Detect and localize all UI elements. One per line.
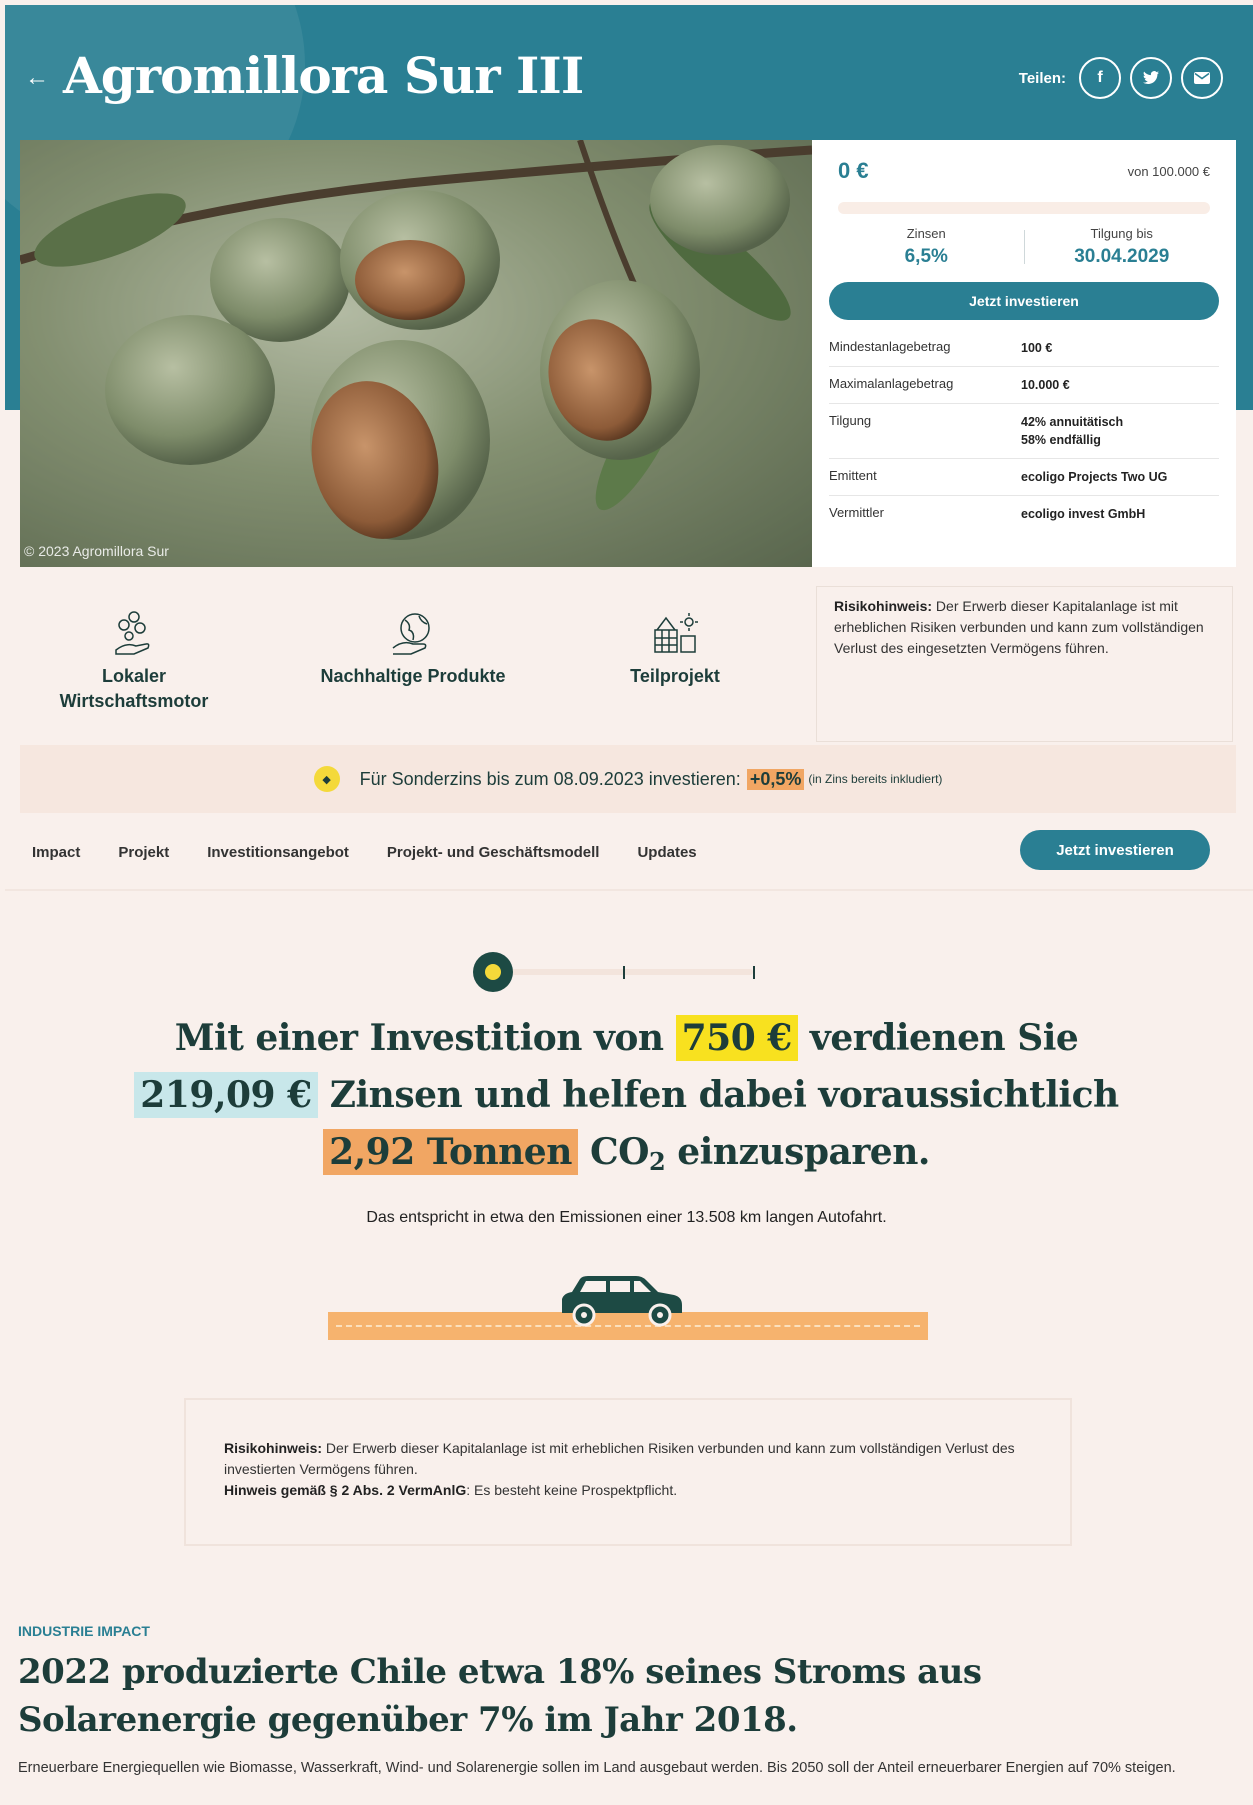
- industry-impact-text: Erneuerbare Energiequellen wie Biomasse,…: [18, 1760, 1176, 1776]
- banner-highlight: +0,5%: [746, 768, 805, 790]
- slider-handle[interactable]: [473, 952, 513, 992]
- table-row: Maximalanlagebetrag 10.000 €: [829, 367, 1219, 404]
- repayment-label: Tilgung bis: [1090, 226, 1153, 241]
- impact-text-3: Zinsen und helfen dabei voraussichtlich: [329, 1074, 1119, 1116]
- term-value-2: 58% endfällig: [1021, 433, 1101, 447]
- impact-sub: 2: [648, 1147, 666, 1176]
- term-value: 100 €: [1021, 341, 1053, 355]
- impact-text-5: einzusparen.: [677, 1131, 930, 1173]
- invested-amount: 0 €: [838, 158, 869, 183]
- interest-value: 6,5%: [904, 246, 948, 267]
- solar-panel-icon: [654, 613, 698, 653]
- funding-progress-bar: [838, 202, 1210, 214]
- feature-subproject: Teilprojekt: [610, 610, 740, 689]
- term-key: Emittent: [829, 468, 877, 483]
- special-interest-banner: ◆ Für Sonderzins bis zum 08.09.2023 inve…: [20, 745, 1236, 813]
- banner-note: (in Zins bereits inkludiert): [808, 772, 943, 786]
- section-nav: Impact Projekt Investitionsangebot Proje…: [20, 830, 1236, 874]
- project-hero-image: © 2023 Agromillora Sur: [20, 140, 812, 567]
- term-key: Tilgung: [829, 413, 872, 428]
- banner-text: Für Sonderzins bis zum 08.09.2023 invest…: [359, 768, 741, 789]
- investment-card: 0 € von 100.000 € Zinsen 6,5% Tilgung bi…: [812, 140, 1236, 567]
- impact-text-2: verdienen Sie: [809, 1017, 1079, 1059]
- term-key: Vermittler: [829, 505, 884, 520]
- share-label: Teilen:: [1018, 69, 1066, 87]
- term-value: 10.000 €: [1021, 378, 1070, 392]
- feature-label-2: Wirtschaftsmotor: [59, 691, 209, 711]
- repayment-date: 30.04.2029: [1074, 246, 1170, 267]
- co2-amount: 2,92 Tonnen: [323, 1129, 578, 1175]
- section-divider: [5, 889, 1253, 891]
- prospectus-note-text: : Es besteht keine Prospektpflicht.: [466, 1482, 678, 1498]
- risk-box-text: Der Erwerb dieser Kapitalanlage ist mit …: [224, 1440, 1015, 1477]
- project-features: Lokaler Wirtschaftsmotor Nachhaltige Pro…: [20, 580, 812, 740]
- nav-geschaeftsmodell[interactable]: Projekt- und Geschäftsmodell: [387, 844, 600, 861]
- feature-sustainable-products: Nachhaltige Produkte: [308, 610, 518, 689]
- risk-box-title: Risikohinweis:: [224, 1440, 323, 1456]
- arrow-left-icon[interactable]: ←: [25, 63, 49, 93]
- impact-statement: Mit einer Investition von 750 € verdiene…: [100, 1010, 1153, 1190]
- feature-label: Teilprojekt: [630, 666, 720, 686]
- investment-amount: 750 €: [675, 1015, 798, 1061]
- risk-notice-title: Risikohinweis:: [834, 598, 933, 614]
- almond-illustration: [20, 140, 812, 567]
- funding-target: von 100.000 €: [1127, 163, 1210, 179]
- nav-projekt[interactable]: Projekt: [118, 844, 169, 861]
- risk-notice-side: Risikohinweis: Der Erwerb dieser Kapital…: [816, 586, 1233, 742]
- feature-local-economy: Lokaler Wirtschaftsmotor: [58, 610, 210, 714]
- twitter-icon[interactable]: [1130, 57, 1172, 99]
- invest-now-nav-button[interactable]: Jetzt investieren: [1020, 830, 1210, 870]
- investment-slider[interactable]: [473, 950, 763, 992]
- table-row: Mindestanlagebetrag 100 €: [829, 330, 1219, 367]
- share-bar: Teilen: f: [1019, 57, 1223, 99]
- feature-label: Lokaler: [101, 666, 167, 686]
- term-value: ecoligo invest GmbH: [1021, 507, 1146, 521]
- nav-investitionsangebot[interactable]: Investitionsangebot: [207, 844, 349, 861]
- mail-icon[interactable]: [1181, 57, 1223, 99]
- slider-tick: [623, 966, 625, 979]
- feature-label: Nachhaltige Produkte: [320, 666, 506, 686]
- impact-text-1: Mit einer Investition von: [174, 1017, 664, 1059]
- table-row: Emittent ecoligo Projects Two UG: [829, 459, 1219, 496]
- interest-label: Zinsen: [906, 226, 946, 241]
- risk-notice-box: Risikohinweis: Der Erwerb dieser Kapital…: [184, 1398, 1072, 1546]
- industry-impact-title: 2022 produzierte Chile etwa 18% seines S…: [18, 1652, 982, 1740]
- nav-impact[interactable]: Impact: [32, 844, 80, 861]
- coins-hand-icon: [115, 611, 150, 655]
- tag-icon: ◆: [313, 766, 340, 792]
- impact-text-4: CO: [589, 1131, 650, 1173]
- term-key: Maximalanlagebetrag: [829, 376, 954, 391]
- term-value: ecoligo Projects Two UG: [1021, 470, 1168, 484]
- emission-equivalent: Das entspricht in etwa den Emissionen ei…: [366, 1209, 887, 1226]
- table-row: Tilgung 42% annuitätisch 58% endfällig: [829, 404, 1219, 459]
- table-row: Vermittler ecoligo invest GmbH: [829, 496, 1219, 532]
- term-value: 42% annuitätisch: [1021, 415, 1124, 429]
- car-icon: [558, 1275, 684, 1332]
- term-key: Mindestanlagebetrag: [829, 339, 951, 354]
- nav-updates[interactable]: Updates: [637, 844, 696, 861]
- industry-impact-label: INDUSTRIE IMPACT: [18, 1623, 150, 1639]
- invest-now-button[interactable]: Jetzt investieren: [829, 282, 1219, 320]
- terms-table: Mindestanlagebetrag 100 € Maximalanlageb…: [829, 330, 1219, 532]
- image-copyright: © 2023 Agromillora Sur: [24, 543, 169, 559]
- slider-tick: [753, 966, 755, 979]
- globe-hand-icon: [392, 613, 430, 655]
- interest-amount: 219,09 €: [134, 1072, 318, 1118]
- facebook-icon[interactable]: f: [1079, 57, 1121, 99]
- page-title: Agromillora Sur III: [63, 46, 584, 105]
- prospectus-note-title: Hinweis gemäß § 2 Abs. 2 VermAnlG: [224, 1482, 467, 1498]
